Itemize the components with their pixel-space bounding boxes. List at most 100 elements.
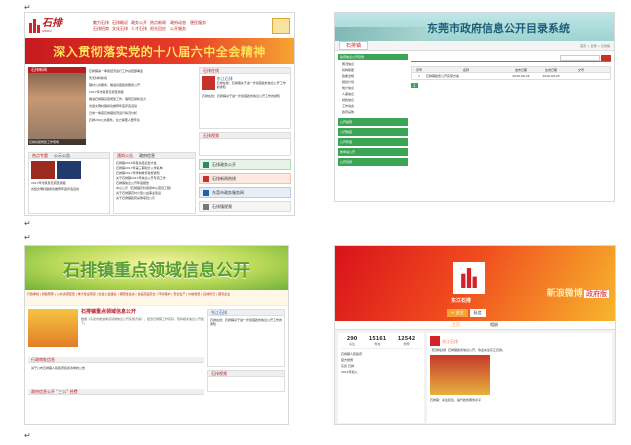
- message-button[interactable]: 私信: [469, 309, 486, 317]
- side-button[interactable]: 公开制度: [338, 128, 408, 136]
- tab-album[interactable]: 相册: [490, 322, 498, 328]
- list-item[interactable]: 省级文明村镇成功推荐年度评选活动: [89, 104, 196, 108]
- site-header: 石排 SHIPAI 魅力石排 石排概况 政务公开 热点新闻 石排招商 文化石排 …: [25, 13, 294, 38]
- side-tree: 政府信息公开目录 概况信息 机构职能 政策法规 规划计划 统计信息 人事信息 财…: [338, 54, 408, 114]
- paragraph-mark: ↵: [24, 431, 31, 440]
- header-badge-icon: [272, 17, 290, 34]
- tree-item[interactable]: 统计信息: [338, 86, 408, 90]
- stat-following[interactable]: 290 关注: [347, 336, 357, 346]
- directory-topbar: 石排镇 首页 > 目录 > 石排镇: [335, 41, 614, 51]
- side-button[interactable]: 公开目录: [338, 158, 408, 166]
- link-icon: [203, 161, 209, 168]
- weibo-text: 石排在线：石排镇关于进一步加强政务信息公开工作的通知: [202, 94, 281, 98]
- stat-posts[interactable]: 12542 微博: [398, 336, 415, 346]
- list-item[interactable]: 暂无材料新闻: [89, 76, 196, 80]
- list-item[interactable]: 关于公布石排镇人民政府权责清单的公告: [31, 366, 201, 370]
- weibo-avatar[interactable]: [453, 262, 485, 294]
- follow-button[interactable]: + 关注: [447, 309, 468, 317]
- list-item[interactable]: 石排200公共服务，全力保障人居环境: [89, 118, 196, 122]
- list-item[interactable]: 中心公示（石排镇农村贸易中心项目工程）: [116, 186, 193, 190]
- post-text: 石排镇：关注民生，提升政务服务水平: [430, 398, 482, 402]
- tab-focus[interactable]: 通知公告: [117, 153, 133, 159]
- directory-header: 东莞市政府信息公开目录系统: [335, 13, 614, 41]
- search-bar: [411, 54, 611, 62]
- site-logo[interactable]: 石排 SHIPAI: [29, 18, 87, 33]
- document-page: ↵ ↵ ↵ ↵ 石排 SHIPAI 魅力石排 石排概况 政务公开 热点新闻 石排…: [0, 0, 631, 445]
- nav-link[interactable]: 热点新闻: [150, 20, 166, 25]
- side-button[interactable]: 依申请公开: [338, 148, 408, 156]
- nav-link[interactable]: 石排概况: [112, 20, 128, 25]
- tab-news[interactable]: 石排新闻: [28, 67, 86, 73]
- weibo-name[interactable]: 东江石排: [211, 310, 227, 316]
- nav-link[interactable]: 政务公开: [131, 20, 147, 25]
- stat-followers[interactable]: 15161 粉丝: [369, 336, 386, 346]
- list-item[interactable]: 关于石排镇2017年信息公开专项工作: [116, 176, 193, 180]
- list-item[interactable]: 石排镇第一季度经济运行工作总结部署会: [89, 69, 196, 73]
- weibo-brand: 新浪微博: [546, 289, 583, 299]
- nav-link[interactable]: 阳光回应: [150, 26, 166, 31]
- tree-item[interactable]: 人事信息: [338, 92, 408, 96]
- page-number[interactable]: 1: [411, 83, 418, 88]
- key-area-links[interactable]: 行政审批 | 财政预算 | 公共资源配置 | 重大建设项目 | 社会公益事业 |…: [25, 290, 288, 306]
- tree-item[interactable]: 概况信息: [338, 62, 408, 66]
- list-item[interactable]: 日常一季度石排镇经济运行情况分析: [89, 111, 196, 115]
- weibo-brand-tag: 政府版: [584, 290, 609, 298]
- topic-thumb[interactable]: [57, 161, 81, 179]
- top-nav: 魅力石排 石排概况 政务公开 热点新闻 石排招商 文化石排 人才石排 阳光回应 …: [87, 20, 272, 31]
- tree-item[interactable]: 政策法规: [338, 74, 408, 78]
- post-avatar[interactable]: [430, 336, 440, 346]
- tab-home[interactable]: 主页: [452, 322, 460, 328]
- screenshot-directory-system: 东莞市政府信息公开目录系统 石排镇 首页 > 目录 > 石排镇 政府信息公开目录…: [334, 12, 615, 202]
- tree-item[interactable]: 机构职能: [338, 68, 408, 72]
- topic-thumb[interactable]: [31, 161, 55, 179]
- tab-gov-info[interactable]: 政府信息: [139, 153, 155, 159]
- side-button[interactable]: 公开指南: [338, 118, 408, 126]
- list-item[interactable]: 关于石排镇政府采购项目公示: [116, 196, 193, 200]
- tree-item[interactable]: 规划计划: [338, 80, 408, 84]
- list-item[interactable]: 石排镇信息公开年度报告: [116, 181, 193, 185]
- post-username[interactable]: 东江石排: [442, 339, 458, 344]
- list-item[interactable]: 2017年市民意见调查通报: [31, 181, 107, 185]
- link-icon: [203, 175, 209, 182]
- list-item[interactable]: 省级文明村镇成功推荐年度评选活动: [31, 187, 107, 191]
- nav-link[interactable]: 便民服务: [190, 20, 206, 25]
- list-item[interactable]: 石排镇2017年学前教育收费通知: [116, 171, 193, 175]
- headline-desc: 根据《东莞市推进重点领域信息公开实施方案》，结合石排镇工作实际，现将相关信息公开…: [81, 317, 205, 325]
- list-item[interactable]: 石排镇2017年第三期积分入学名单: [116, 166, 193, 170]
- list-item[interactable]: 推进石排镇基层党建工作，展现石排新活力: [89, 97, 196, 101]
- nav-link[interactable]: 政府动态: [170, 20, 186, 25]
- side-link[interactable]: 石排新闻热线: [199, 173, 291, 184]
- search-button[interactable]: [601, 54, 611, 61]
- list-item[interactable]: 关于石排镇农村小型公益事业建设: [116, 191, 193, 195]
- nav-link[interactable]: 文化石排: [112, 26, 128, 31]
- weibo-avatar[interactable]: [202, 76, 215, 90]
- nav-link[interactable]: 人才石排: [131, 26, 147, 31]
- list-item[interactable]: 2017年市民意见调查通报: [89, 90, 196, 94]
- tab-shipai[interactable]: 石排镇: [339, 41, 369, 50]
- list-item[interactable]: 镇村公共服务，推进基层政务服务公开: [89, 83, 196, 87]
- headline-image[interactable]: [28, 309, 78, 347]
- tree-item[interactable]: 工作动态: [338, 104, 408, 108]
- tree-item[interactable]: 财政信息: [338, 98, 408, 102]
- list-item[interactable]: 石排镇2016年度总结表彰大会: [116, 161, 193, 165]
- side-link[interactable]: 东莞市政务服务网: [199, 187, 291, 198]
- nav-link[interactable]: 公开服务: [170, 26, 186, 31]
- tree-item[interactable]: 政府信息公开目录: [338, 54, 408, 60]
- tab-topics[interactable]: 热点专题: [32, 153, 48, 159]
- tab-notices[interactable]: 公示公告: [54, 153, 70, 159]
- search-input[interactable]: [560, 54, 600, 61]
- nav-link[interactable]: 魅力石排: [93, 20, 109, 25]
- post-text: 【石排在线】石排镇政务信息公开，欢迎关注东江石排。: [430, 348, 506, 352]
- side-link[interactable]: 石排政务公开: [199, 159, 291, 170]
- post-image[interactable]: [430, 355, 490, 395]
- news-list: 石排镇第一季度经济运行工作总结部署会 暂无材料新闻 镇村公共服务，推进基层政务服…: [89, 67, 196, 149]
- news-photo[interactable]: 石排新闻 石排基层党建工作现场: [28, 67, 86, 145]
- paragraph-mark: ↵: [24, 3, 31, 12]
- side-button[interactable]: 公开年报: [338, 138, 408, 146]
- table-row[interactable]: 1 石排镇政务公开实施方案 2016-09-25 2016-09-25: [411, 73, 611, 80]
- nav-link[interactable]: 石排招商: [93, 26, 109, 31]
- side-link[interactable]: 石排镇视频: [199, 201, 291, 212]
- paragraph-mark: ↵: [24, 219, 31, 228]
- tree-item[interactable]: 政府采购: [338, 110, 408, 114]
- headline-title[interactable]: 石排镇重点领域信息公开: [81, 309, 204, 315]
